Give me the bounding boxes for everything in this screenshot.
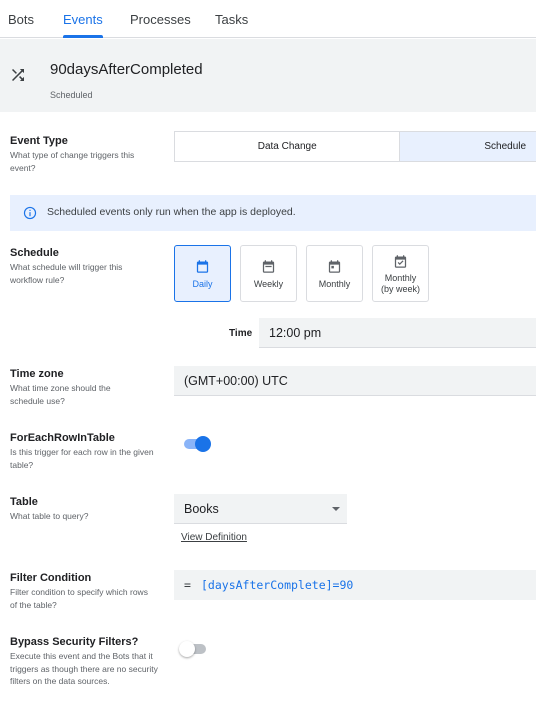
event-type-selector: Data Change Schedule <box>174 131 536 162</box>
info-banner-text: Scheduled events only run when the app i… <box>47 206 296 218</box>
schedule-description: What schedule will trigger this workflow… <box>10 262 123 285</box>
schedule-option-monthly[interactable]: Monthly <box>306 245 363 302</box>
schedule-option-monthly-by-week-line2: (by week) <box>380 284 420 294</box>
filter-condition-label: Filter Condition Filter condition to spe… <box>10 571 160 611</box>
time-value: 12:00 pm <box>269 325 322 340</box>
tab-bar: Bots Events Processes Tasks <box>0 0 536 38</box>
table-select-value: Books <box>184 502 219 516</box>
event-type-description: What type of change triggers this event? <box>10 150 135 173</box>
for-each-row-description: Is this trigger for each row in the give… <box>10 447 154 470</box>
table-label: Table What table to query? <box>10 495 160 523</box>
toggle-knob <box>195 436 211 452</box>
view-definition-link[interactable]: View Definition <box>181 532 247 543</box>
schedule-option-monthly-by-week-label: Monthly (by week) <box>373 273 428 295</box>
tab-processes[interactable]: Processes <box>130 0 191 38</box>
toggle-knob <box>179 641 195 657</box>
calendar-today-icon <box>196 260 209 273</box>
event-type-schedule[interactable]: Schedule <box>399 132 536 161</box>
schedule-label: Schedule What schedule will trigger this… <box>10 246 160 286</box>
calendar-month-icon <box>328 260 341 273</box>
shuffle-icon <box>12 69 24 81</box>
time-zone-value: (GMT+00:00) UTC <box>184 373 288 388</box>
schedule-title: Schedule <box>10 247 59 259</box>
event-status: Scheduled <box>50 90 93 100</box>
bypass-security-label: Bypass Security Filters? Execute this ev… <box>10 635 160 688</box>
calendar-week-icon <box>262 260 275 273</box>
time-zone-title: Time zone <box>10 368 64 380</box>
event-type-title: Event Type <box>10 135 68 147</box>
for-each-row-title: ForEachRowInTable <box>10 432 115 444</box>
dropdown-caret-icon <box>332 507 340 511</box>
time-zone-description: What time zone should the schedule use? <box>10 383 111 406</box>
schedule-option-monthly-label: Monthly <box>318 279 351 289</box>
calendar-check-icon <box>394 255 407 268</box>
expression-text: [daysAfterComplete]=90 <box>201 578 354 592</box>
schedule-option-weekly[interactable]: Weekly <box>240 245 297 302</box>
info-banner: Scheduled events only run when the app i… <box>10 195 536 231</box>
schedule-option-monthly-by-week[interactable]: Monthly (by week) <box>372 245 429 302</box>
event-type-label: Event Type What type of change triggers … <box>10 134 160 174</box>
table-description: What table to query? <box>10 511 89 521</box>
filter-condition-title: Filter Condition <box>10 572 92 584</box>
time-input[interactable]: 12:00 pm <box>259 318 536 348</box>
schedule-option-daily-label: Daily <box>192 279 213 289</box>
time-label: Time <box>229 328 253 339</box>
table-select[interactable]: Books <box>174 494 347 524</box>
event-type-data-change[interactable]: Data Change <box>175 132 400 161</box>
event-name[interactable]: 90daysAfterCompleted <box>50 61 203 78</box>
table-title: Table <box>10 496 38 508</box>
bypass-security-toggle[interactable] <box>179 641 209 657</box>
tab-events[interactable]: Events <box>59 0 107 38</box>
for-each-row-toggle[interactable] <box>181 436 211 452</box>
bypass-security-description: Execute this event and the Bots that it … <box>10 651 158 686</box>
event-type-schedule-label: Schedule <box>484 141 527 152</box>
schedule-option-weekly-label: Weekly <box>253 279 284 289</box>
filter-condition-description: Filter condition to specify which rows o… <box>10 587 148 610</box>
event-header: 90daysAfterCompleted Scheduled <box>0 39 536 112</box>
info-icon <box>23 206 37 220</box>
bypass-security-title: Bypass Security Filters? <box>10 636 139 648</box>
tab-tasks[interactable]: Tasks <box>215 0 248 38</box>
for-each-row-label: ForEachRowInTable Is this trigger for ea… <box>10 431 160 471</box>
schedule-option-monthly-by-week-line1: Monthly <box>384 273 417 283</box>
time-zone-label: Time zone What time zone should the sche… <box>10 367 160 407</box>
filter-condition-expression[interactable]: = [daysAfterComplete]=90 <box>174 570 536 600</box>
expression-operator: = <box>184 578 191 592</box>
time-zone-input[interactable]: (GMT+00:00) UTC <box>174 366 536 396</box>
tab-bots[interactable]: Bots <box>8 0 34 38</box>
schedule-option-daily[interactable]: Daily <box>174 245 231 302</box>
